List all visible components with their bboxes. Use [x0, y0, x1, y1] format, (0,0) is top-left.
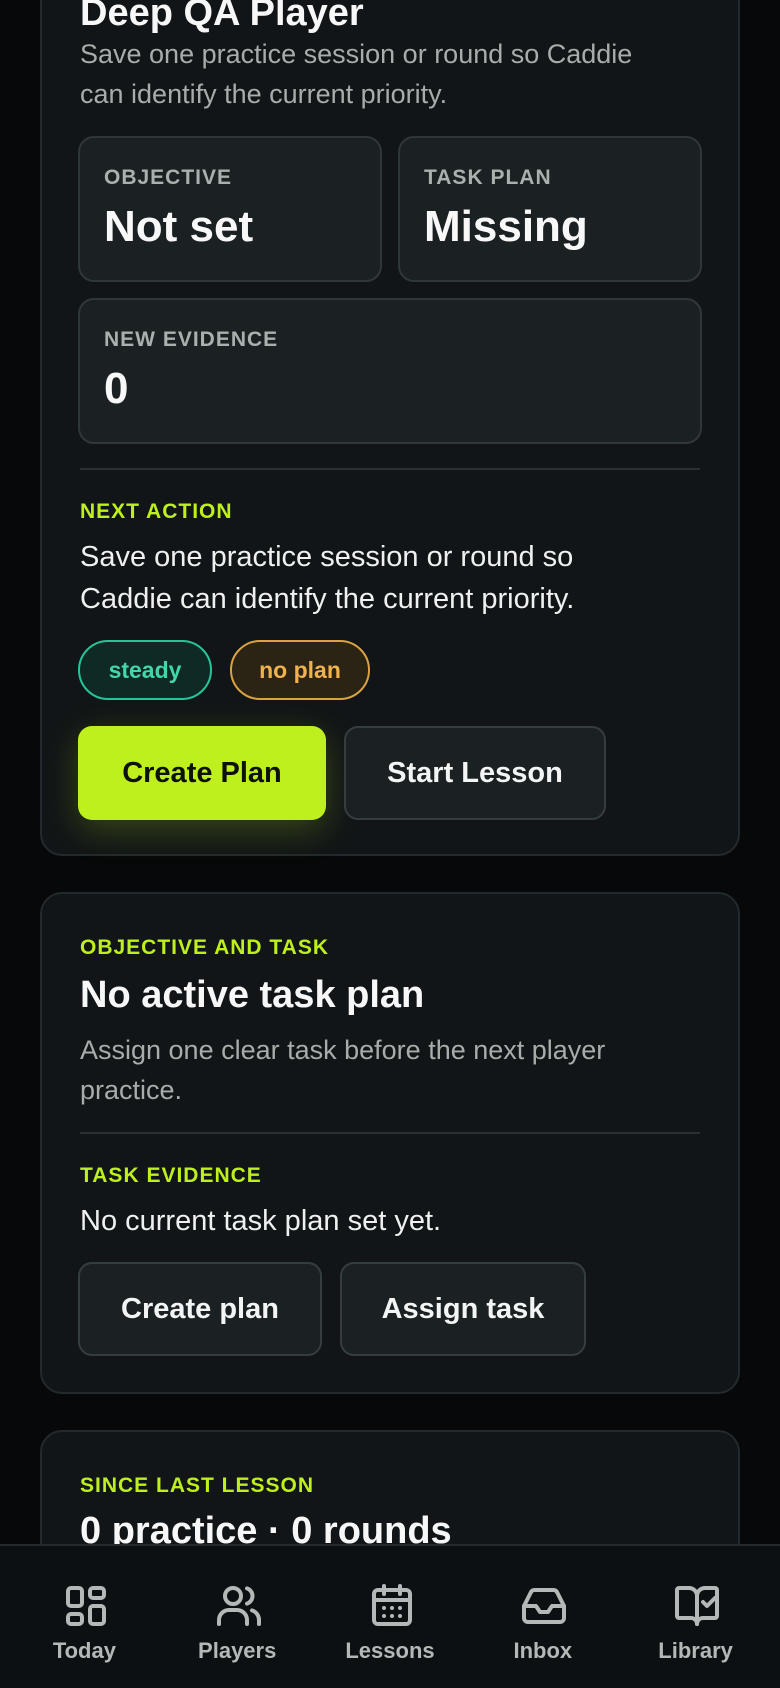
status-badge-no-plan: no plan	[230, 640, 370, 700]
tab-label: Players	[198, 1638, 277, 1663]
task-evidence-label: TASK EVIDENCE	[80, 1164, 262, 1187]
page: Deep QA Player Save one practice session…	[0, 0, 780, 1688]
stat-new-evidence: NEW EVIDENCE 0	[78, 298, 702, 444]
status-badge-steady: steady	[78, 640, 212, 700]
inbox-icon	[522, 1588, 567, 1624]
stat-value: 0	[104, 364, 129, 413]
section-kicker: OBJECTIVE AND TASK	[80, 936, 330, 959]
objective-task-card: OBJECTIVE AND TASK No active task plan A…	[40, 892, 740, 1394]
create-task-plan-button[interactable]: Create plan	[78, 1262, 322, 1356]
divider	[80, 468, 700, 470]
next-action-label: NEXT ACTION	[80, 500, 233, 523]
tab-library[interactable]: Library	[619, 1546, 772, 1688]
stat-objective: OBJECTIVE Not set	[78, 136, 382, 282]
stat-task-plan: TASK PLAN Missing	[398, 136, 702, 282]
create-plan-button[interactable]: Create Plan	[78, 726, 326, 820]
section-title: No active task plan	[80, 974, 425, 1016]
calendar-icon	[371, 1584, 412, 1626]
tab-label: Today	[52, 1638, 116, 1663]
player-summary-card: Deep QA Player Save one practice session…	[40, 0, 740, 856]
grid-icon	[66, 1586, 106, 1626]
tab-today[interactable]: Today	[8, 1546, 161, 1688]
stat-label: TASK PLAN	[424, 166, 552, 189]
player-name: Deep QA Player	[80, 0, 364, 34]
assign-task-button[interactable]: Assign task	[340, 1262, 586, 1356]
section-description: Assign one clear task before the next pl…	[80, 1035, 606, 1105]
start-lesson-button[interactable]: Start Lesson	[344, 726, 606, 820]
tab-label: Library	[658, 1638, 733, 1663]
tab-lessons[interactable]: Lessons	[314, 1546, 467, 1688]
tab-players[interactable]: Players	[161, 1546, 314, 1688]
tab-inbox[interactable]: Inbox	[466, 1546, 619, 1688]
stat-label: OBJECTIVE	[104, 166, 233, 189]
player-summary: Save one practice session or round so Ca…	[80, 39, 633, 109]
stat-value: Missing	[424, 202, 588, 251]
users-icon	[216, 1586, 261, 1626]
book-check-icon	[675, 1586, 720, 1626]
divider	[80, 1132, 700, 1134]
tab-label: Inbox	[513, 1638, 573, 1663]
section-kicker: SINCE LAST LESSON	[80, 1474, 315, 1497]
stat-value: Not set	[104, 202, 254, 251]
tab-label: Lessons	[345, 1638, 435, 1663]
next-action-text: Save one practice session or round so Ca…	[80, 541, 575, 615]
task-evidence-text: No current task plan set yet.	[80, 1205, 442, 1237]
bottom-tab-bar: Today Players Lessons Inbox Library	[0, 1544, 780, 1688]
stat-label: NEW EVIDENCE	[104, 328, 279, 351]
